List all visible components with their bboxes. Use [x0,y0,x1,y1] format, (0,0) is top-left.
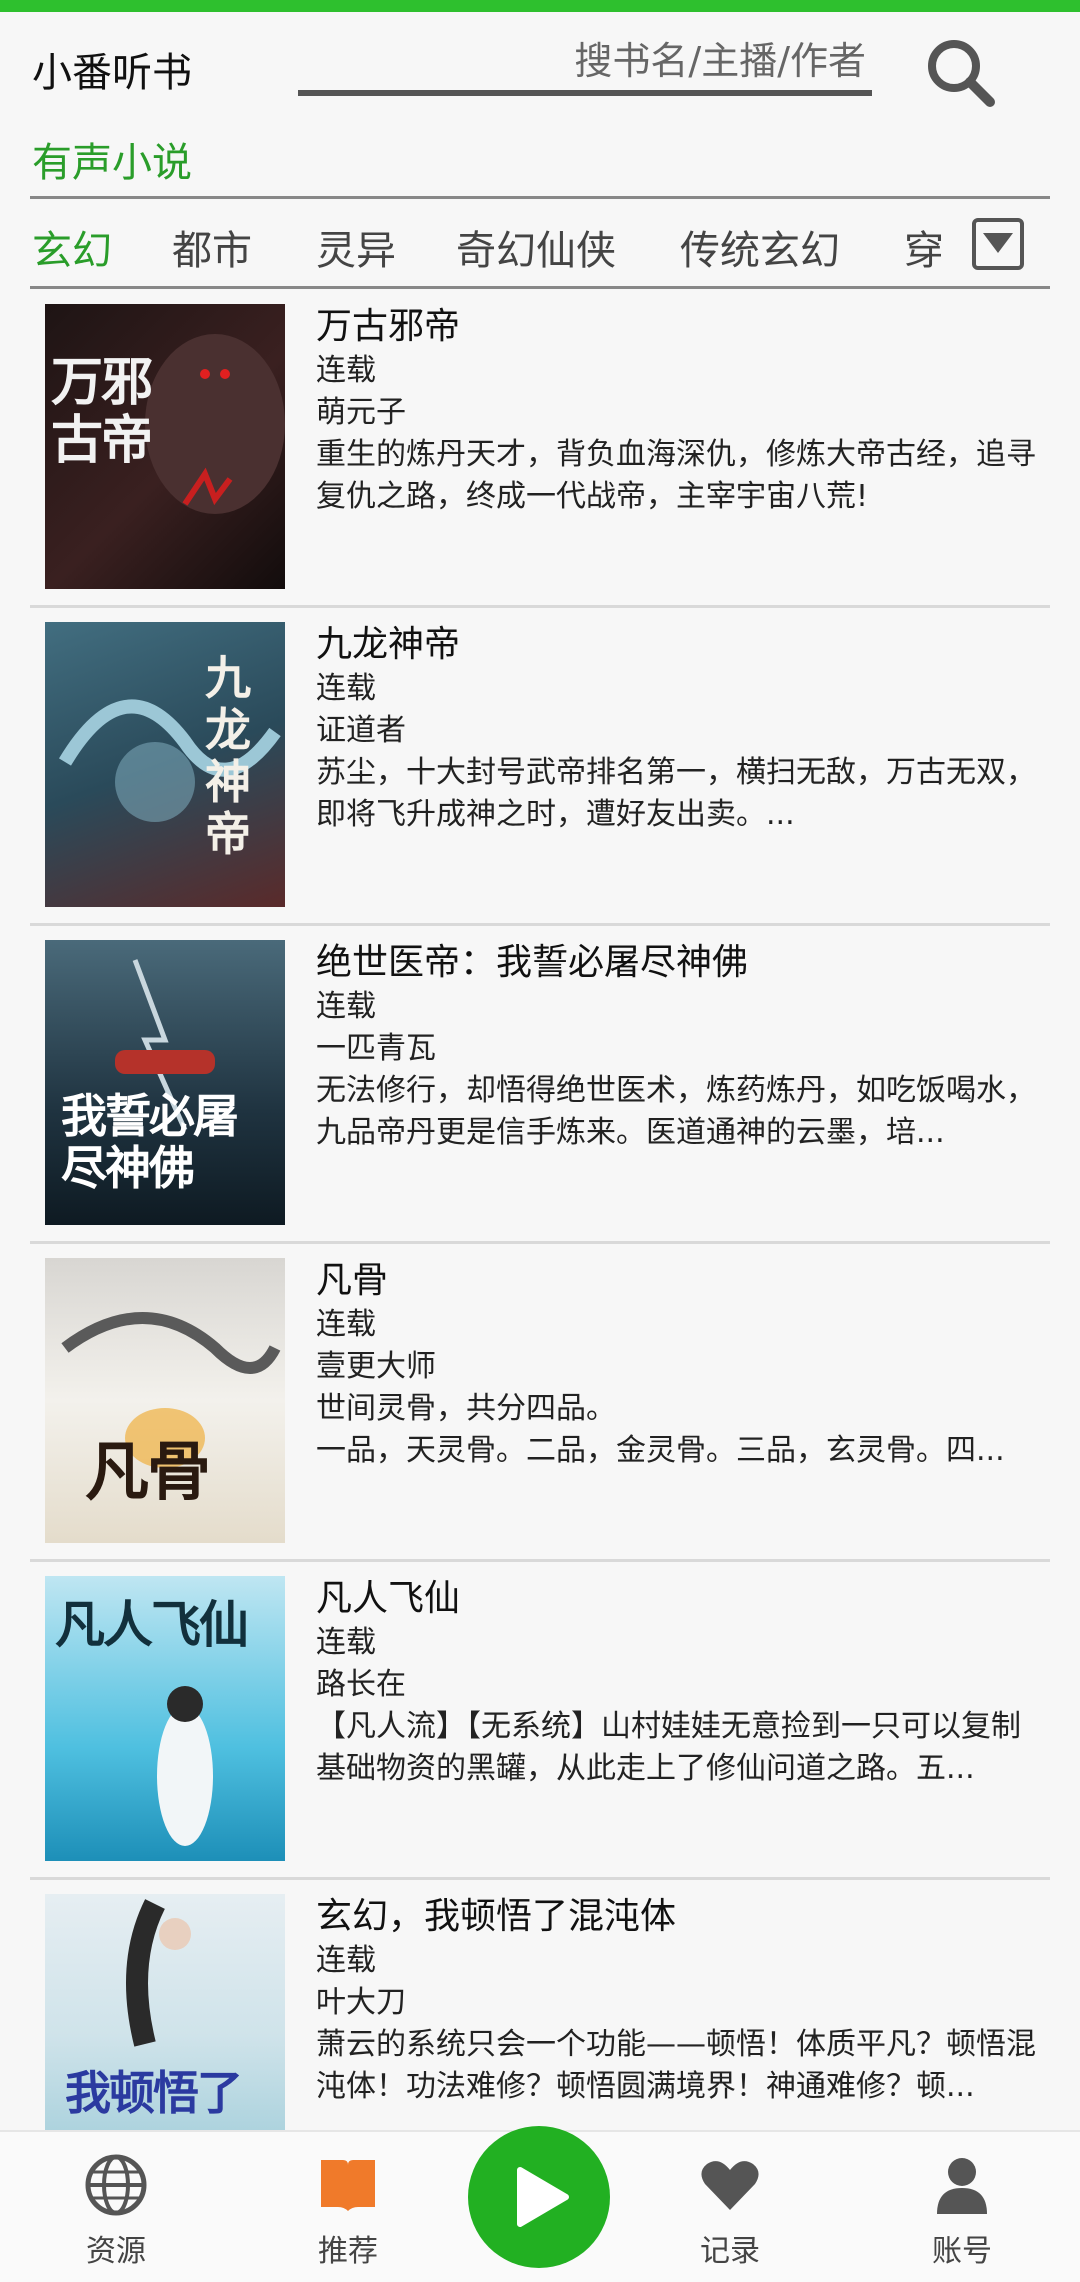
book-icon [321,2160,375,2211]
tab-dushi[interactable]: 都市 [172,218,252,276]
list-item[interactable]: 我誓必屠尽神佛 绝世医帝：我誓必屠尽神佛 连载 一匹青瓦 无法修行，却悟得绝世医… [30,926,1050,1244]
cover-title: 我顿悟了 [65,2066,243,2120]
book-title: 玄幻，我顿悟了混沌体 [316,1896,677,1937]
search-button[interactable] [920,32,1000,112]
book-title: 绝世医帝：我誓必屠尽神佛 [316,942,749,983]
book-cover: 我顿悟了 [45,1894,285,2130]
tab-qihuan-xianxia[interactable]: 奇幻仙侠 [456,218,616,276]
search-box[interactable] [298,30,872,96]
nav-history[interactable]: 记录 [670,2152,790,2270]
book-description: 无法修行，却悟得绝世医术，炼药炼丹，如吃饭喝水，九品帝丹更是信手炼来。医道通神的… [316,1073,1036,1150]
book-description: 【凡人流】【无系统】山村娃娃无意捡到一只可以复制基础物资的黑罐，从此走上了修仙问… [316,1709,1021,1786]
book-status: 连载 [316,671,376,706]
book-cover: 我誓必屠尽神佛 [45,940,285,1225]
play-icon [517,2167,569,2227]
book-cover: 万邪古帝 [45,304,285,589]
book-title: 凡骨 [316,1260,389,1301]
nav-resources[interactable]: 资源 [56,2152,176,2270]
heart-icon [701,2161,759,2210]
book-author: 叶大刀 [316,1985,406,2020]
list-item[interactable]: 万邪古帝 万古邪帝 连载 萌元子 重生的炼丹天才，背负血海深仇，修炼大帝古经，追… [30,290,1050,608]
book-author: 一匹青瓦 [316,1031,436,1066]
book-description: 世间灵骨，共分四品。 一品，天灵骨。二品，金灵骨。三品，玄灵骨。四... [316,1391,1005,1468]
book-status: 连载 [316,1625,376,1660]
tab-chuan[interactable]: 穿 [904,218,944,276]
book-description: 苏尘，十大封号武帝排名第一，横扫无敌，万古无双，即将飞升成神之时，遭好友出卖。.… [316,755,1036,832]
cover-title: 我誓必屠尽神佛 [61,1089,239,1195]
book-cover: 凡人飞仙 [45,1576,285,1861]
list-item[interactable]: 凡骨 凡骨 连载 壹更大师 世间灵骨，共分四品。 一品，天灵骨。二品，金灵骨。三… [30,1244,1050,1562]
book-status: 连载 [316,989,376,1024]
cover-title: 九龙神帝 [205,651,251,861]
book-title: 九龙神帝 [316,624,461,665]
category-tabs: 玄幻 都市 灵异 奇幻仙侠 传统玄幻 穿 [30,198,1050,288]
nav-label: 资源 [86,2234,146,2269]
nav-label: 记录 [700,2234,760,2269]
cover-title: 凡骨 [85,1436,211,1510]
book-info: 万古邪帝 连载 萌元子 重生的炼丹天才，背负血海深仇，修炼大帝古经，追寻复仇之路… [316,304,1042,518]
book-status: 连载 [316,1943,376,1978]
book-info: 九龙神帝 连载 证道者 苏尘，十大封号武帝排名第一，横扫无敌，万古无双，即将飞升… [316,622,1042,836]
book-author: 证道者 [316,713,406,748]
cover-title: 凡人飞仙 [55,1596,249,1654]
tab-xuanhuan[interactable]: 玄幻 [32,218,112,276]
top-accent-bar [0,0,1080,12]
book-status: 连载 [316,1307,376,1342]
list-item[interactable]: 九龙神帝 九龙神帝 连载 证道者 苏尘，十大封号武帝排名第一，横扫无敌，万古无双… [30,608,1050,926]
chevron-down-icon [983,233,1013,253]
person-icon [937,2158,987,2214]
book-info: 凡人飞仙 连载 路长在 【凡人流】【无系统】山村娃娃无意捡到一只可以复制基础物资… [316,1576,1042,1790]
globe-icon [85,2154,147,2216]
book-description: 萧云的系统只会一个功能——顿悟！体质平凡？顿悟混沌体！功法难修？顿悟圆满境界！神… [316,2027,1036,2104]
book-info: 凡骨 连载 壹更大师 世间灵骨，共分四品。 一品，天灵骨。二品，金灵骨。三品，玄… [316,1258,1042,1472]
book-list: 万邪古帝 万古邪帝 连载 萌元子 重生的炼丹天才，背负血海深仇，修炼大帝古经，追… [30,290,1050,2130]
nav-label: 账号 [932,2234,992,2269]
list-item[interactable]: 凡人飞仙 凡人飞仙 连载 路长在 【凡人流】【无系统】山村娃娃无意捡到一只可以复… [30,1562,1050,1880]
book-info: 玄幻，我顿悟了混沌体 连载 叶大刀 萧云的系统只会一个功能——顿悟！体质平凡？顿… [316,1894,1042,2108]
book-info: 绝世医帝：我誓必屠尽神佛 连载 一匹青瓦 无法修行，却悟得绝世医术，炼药炼丹，如… [316,940,1042,1154]
search-icon [928,40,995,107]
book-author: 萌元子 [316,395,406,430]
tabs-dropdown-button[interactable] [972,218,1024,270]
app-title: 小番听书 [32,50,192,96]
nav-account[interactable]: 账号 [902,2152,1022,2270]
tab-chuantong-xuanhuan[interactable]: 传统玄幻 [680,218,840,276]
tab-lingyi[interactable]: 灵异 [316,218,396,276]
list-item[interactable]: 我顿悟了 玄幻，我顿悟了混沌体 连载 叶大刀 萧云的系统只会一个功能——顿悟！体… [30,1880,1050,2130]
book-status: 连载 [316,353,376,388]
book-title: 万古邪帝 [316,306,461,347]
header: 小番听书 [0,12,1080,122]
cover-title: 万邪古帝 [51,353,153,471]
nav-recommend[interactable]: 推荐 [288,2152,408,2270]
divider [30,286,1050,289]
search-input[interactable] [344,38,868,84]
book-cover: 凡骨 [45,1258,285,1543]
play-button[interactable] [468,2126,610,2268]
book-author: 路长在 [316,1667,406,1702]
book-cover: 九龙神帝 [45,622,285,907]
book-title: 凡人飞仙 [316,1578,461,1619]
book-author: 壹更大师 [316,1349,436,1384]
book-description: 重生的炼丹天才，背负血海深仇，修炼大帝古经，追寻复仇之路，终成一代战帝，主宰宇宙… [316,437,1036,514]
bottom-nav: 资源 推荐 记录 账号 [0,2126,1080,2282]
section-title: 有声小说 [32,140,192,186]
nav-label: 推荐 [318,2234,378,2269]
